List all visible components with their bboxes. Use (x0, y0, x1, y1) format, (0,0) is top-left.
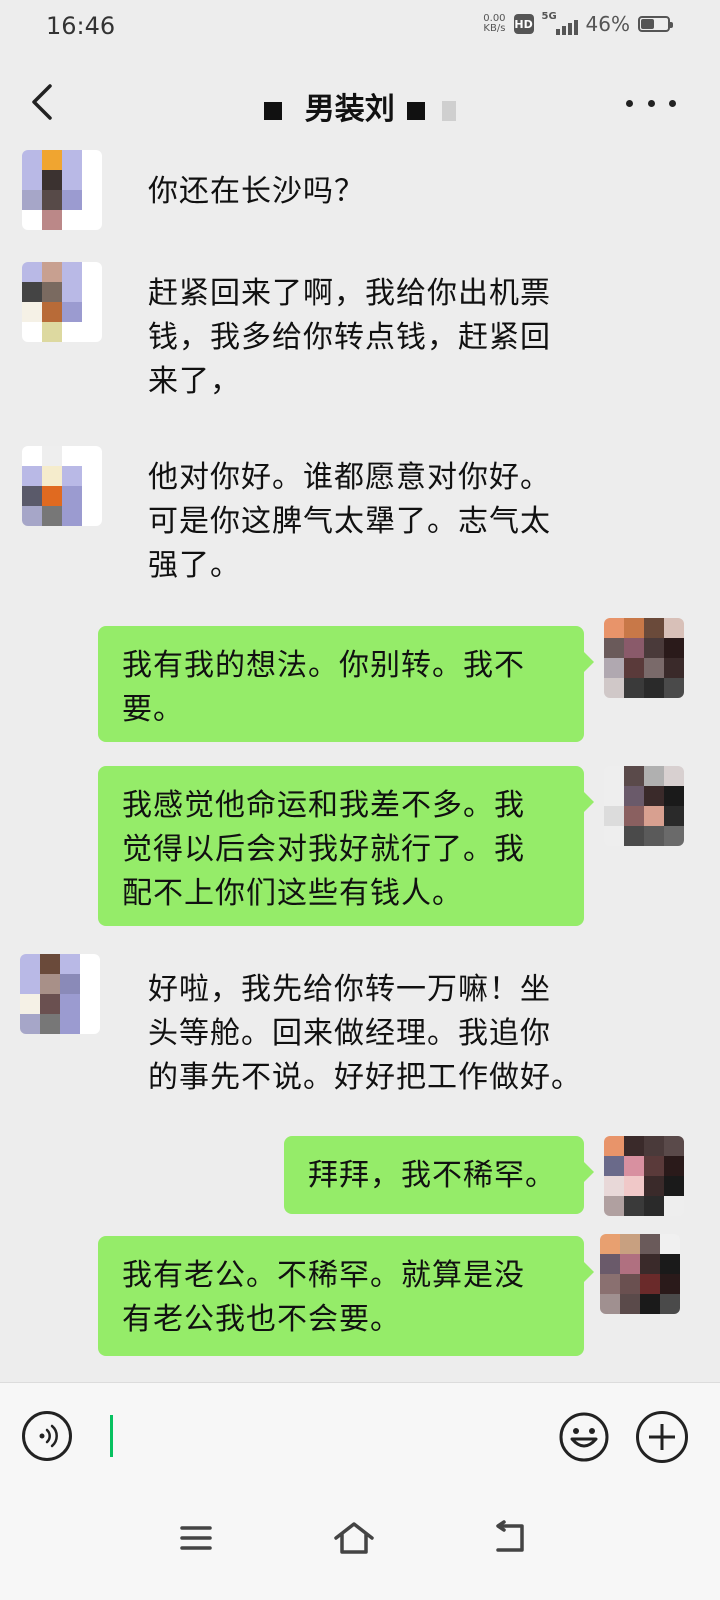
status-icons: 0.00 KB/s HD 5G 46% (483, 11, 673, 36)
message-text: 我感觉他命运和我差不多。我 觉得以后会对我好就行了。我 配不上你们这些有钱人。 (122, 788, 525, 911)
emoji-button[interactable] (558, 1411, 610, 1463)
message-text: 拜拜，我不稀罕。 (308, 1158, 556, 1193)
battery-percent: 46% (585, 12, 630, 36)
message-bubble-self[interactable]: 拜拜，我不稀罕。 (284, 1136, 594, 1214)
message-text: 赶紧回来了啊，我给你出机票 钱，我多给你转点钱，赶紧回 来了， (148, 276, 551, 399)
sys-home-button[interactable] (332, 1518, 376, 1558)
contact-avatar[interactable] (22, 262, 102, 342)
chat-title-text: 男装刘 (304, 92, 395, 127)
self-avatar[interactable] (600, 1234, 680, 1314)
voice-icon (39, 1424, 58, 1448)
back-icon (496, 1520, 524, 1552)
hd-icon: HD (513, 14, 534, 34)
status-time: 16:46 (46, 12, 116, 40)
signal-icon: 5G (541, 11, 578, 35)
home-icon (334, 1522, 374, 1554)
more-button[interactable] (626, 86, 676, 120)
emoji-icon (559, 1412, 609, 1462)
battery-icon (638, 16, 673, 32)
message-text: 好啦，我先给你转一万嘛！坐 头等舱。回来做经理。我追你 的事先不说。好好把工作做… (148, 972, 582, 1095)
chat-messages[interactable]: 你还在长沙吗？ 赶紧回来了啊，我给你出机票 钱，我多给你转点钱，赶紧回 来了， … (0, 150, 720, 1382)
message-bubble-self[interactable]: 我感觉他命运和我差不多。我 觉得以后会对我好就行了。我 配不上你们这些有钱人。 (98, 766, 594, 926)
self-avatar[interactable] (604, 1136, 684, 1216)
contact-avatar[interactable] (20, 954, 100, 1034)
message-bubble-self[interactable]: 我有老公。不稀罕。就算是没 有老公我也不会要。 (98, 1236, 594, 1356)
system-nav-bar (0, 1492, 720, 1600)
redaction-mark (441, 100, 456, 121)
voice-button[interactable] (22, 1411, 72, 1461)
message-text: 他对你好。谁都愿意对你好。 可是你这脾气太犟了。志气太 强了。 (148, 460, 551, 583)
message-bubble-self[interactable]: 我有我的想法。你别转。我不 要。 (98, 626, 594, 742)
text-caret (110, 1415, 113, 1457)
contact-avatar[interactable] (22, 150, 102, 230)
sys-back-button[interactable] (492, 1518, 532, 1558)
self-avatar[interactable] (604, 618, 684, 698)
more-dots-icon (626, 99, 633, 107)
message-text: 你还在长沙吗？ (148, 174, 365, 209)
message-text: 我有我的想法。你别转。我不 要。 (122, 648, 525, 727)
menu-icon (180, 1526, 212, 1550)
redaction-mark (264, 101, 283, 120)
message-input[interactable] (110, 1411, 530, 1461)
chat-header: 男装刘 (0, 56, 720, 150)
message-text: 我有老公。不稀罕。就算是没 有老公我也不会要。 (122, 1258, 525, 1337)
contact-avatar[interactable] (22, 446, 102, 526)
self-avatar[interactable] (604, 766, 684, 846)
sys-menu-button[interactable] (176, 1518, 216, 1558)
network-type: 5G (541, 11, 557, 22)
network-speed: 0.00 KB/s (483, 13, 506, 34)
plus-button[interactable] (636, 1411, 688, 1463)
chat-title: 男装刘 (0, 84, 720, 128)
status-bar: 16:46 0.00 KB/s HD 5G 46% (0, 0, 720, 56)
redaction-mark (407, 101, 426, 120)
input-bar (0, 1382, 720, 1493)
